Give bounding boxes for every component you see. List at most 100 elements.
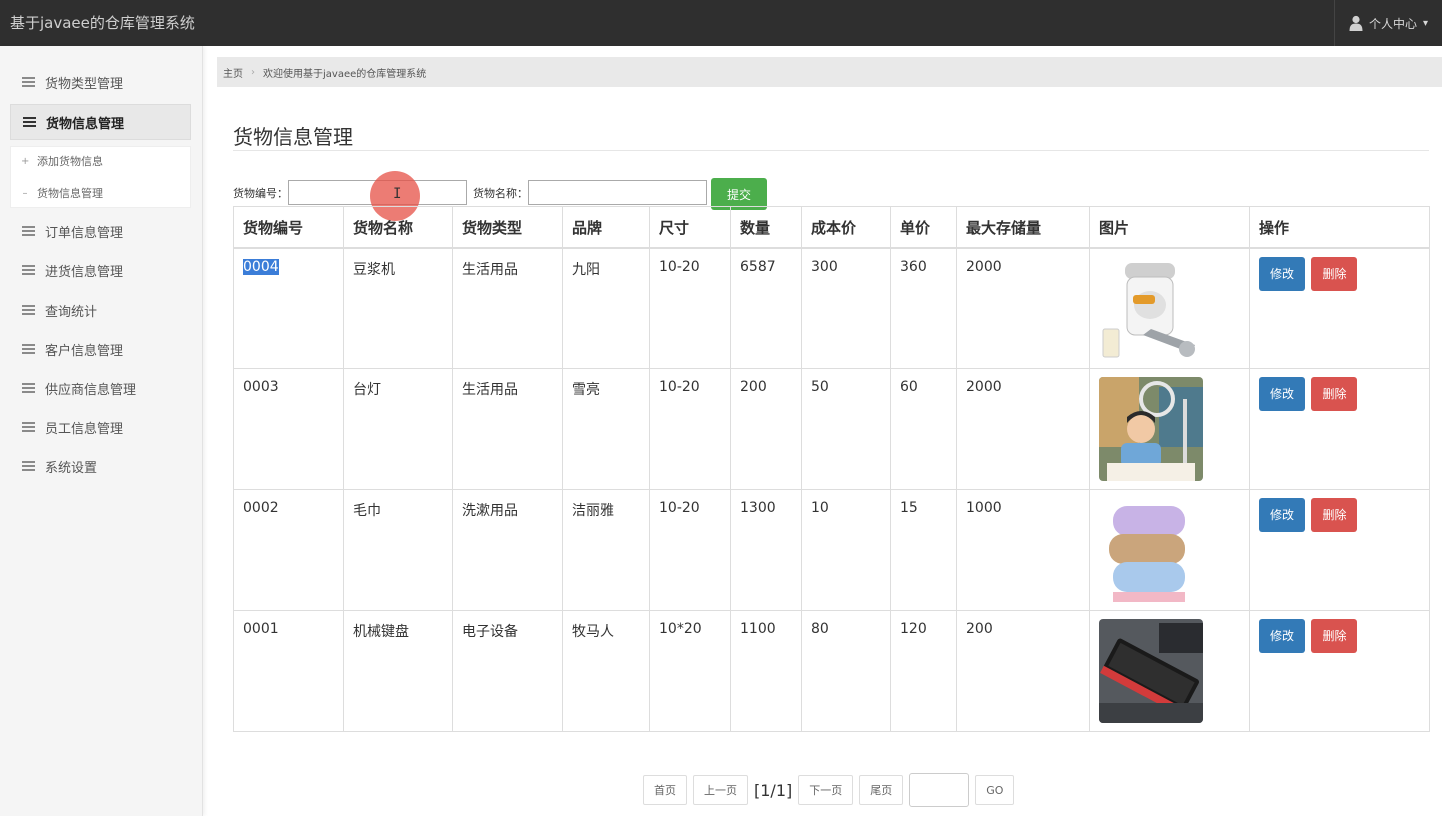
menu-icon bbox=[22, 77, 35, 87]
app-title[interactable]: 基于javaee的仓库管理系统 bbox=[10, 12, 195, 33]
cell-size: 10*20 bbox=[649, 610, 731, 732]
goods-name-input[interactable] bbox=[528, 180, 707, 205]
cell-cost: 80 bbox=[801, 610, 891, 732]
sidebar-item-purchases[interactable]: 进货信息管理 bbox=[10, 252, 191, 288]
cell-quantity: 200 bbox=[730, 368, 802, 490]
cell-cost: 10 bbox=[801, 489, 891, 611]
table-header-row: 货物编号 货物名称 货物类型 品牌 尺寸 数量 成本价 单价 最大存储量 图片 … bbox=[233, 206, 1430, 249]
prev-page-button[interactable]: 上一页 bbox=[693, 775, 748, 805]
breadcrumb-current: 欢迎使用基于javaee的仓库管理系统 bbox=[263, 68, 427, 80]
cell-max-storage: 2000 bbox=[956, 368, 1090, 490]
breadcrumb-home[interactable]: 主页 bbox=[223, 65, 243, 80]
first-page-button[interactable]: 首页 bbox=[643, 775, 687, 805]
sidebar-item-label: 货物类型管理 bbox=[45, 76, 124, 92]
cell-cost: 50 bbox=[801, 368, 891, 490]
cell-quantity: 1100 bbox=[730, 610, 802, 732]
cell-name: 台灯 bbox=[343, 368, 453, 490]
chevron-right-icon: › bbox=[251, 66, 255, 78]
menu-icon bbox=[22, 265, 35, 275]
desk-lamp-image bbox=[1099, 377, 1203, 481]
goods-table: 货物编号 货物名称 货物类型 品牌 尺寸 数量 成本价 单价 最大存储量 图片 … bbox=[233, 206, 1430, 732]
plus-icon: + bbox=[21, 155, 30, 167]
cell-price: 360 bbox=[890, 247, 957, 369]
sidebar-item-goods-info[interactable]: 货物信息管理 bbox=[10, 104, 191, 140]
cell-name: 毛巾 bbox=[343, 489, 453, 611]
submenu-item-manage-goods[interactable]: – 货物信息管理 bbox=[21, 185, 104, 201]
cell-price: 60 bbox=[890, 368, 957, 490]
cell-max-storage: 1000 bbox=[956, 489, 1090, 611]
sidebar-item-label: 客户信息管理 bbox=[45, 343, 124, 359]
breadcrumb: 主页 › 欢迎使用基于javaee的仓库管理系统 bbox=[217, 57, 1442, 87]
cell-name: 豆浆机 bbox=[343, 247, 453, 369]
page-info: [1/1] bbox=[754, 780, 793, 800]
sidebar-item-suppliers[interactable]: 供应商信息管理 bbox=[10, 370, 191, 406]
submenu-item-add-goods[interactable]: + 添加货物信息 bbox=[21, 153, 103, 169]
cell-cost: 300 bbox=[801, 247, 891, 369]
cell-max-storage: 2000 bbox=[956, 247, 1090, 369]
cell-actions: 修改 删除 bbox=[1249, 368, 1430, 490]
edit-button[interactable]: 修改 bbox=[1259, 256, 1306, 291]
minus-icon: – bbox=[22, 187, 28, 199]
next-page-button[interactable]: 下一页 bbox=[798, 775, 854, 805]
cell-max-storage: 200 bbox=[956, 610, 1090, 732]
sidebar-item-label: 订单信息管理 bbox=[45, 225, 124, 241]
top-navbar: 基于javaee的仓库管理系统 个人中心 ▾ bbox=[0, 0, 1442, 46]
menu-icon bbox=[22, 226, 35, 236]
user-center-menu[interactable]: 个人中心 ▾ bbox=[1334, 0, 1442, 46]
cell-brand: 九阳 bbox=[562, 247, 650, 369]
page-number-input[interactable] bbox=[909, 773, 970, 807]
cell-size: 10-20 bbox=[649, 368, 731, 490]
edit-button[interactable]: 修改 bbox=[1259, 619, 1306, 653]
search-form: 货物编号： 货物名称： 提交 bbox=[233, 175, 767, 210]
cell-type: 电子设备 bbox=[452, 610, 563, 732]
cell-actions: 修改 删除 bbox=[1249, 247, 1430, 369]
menu-icon bbox=[22, 383, 35, 393]
menu-icon bbox=[22, 461, 35, 471]
sidebar-item-employees[interactable]: 员工信息管理 bbox=[10, 409, 191, 445]
column-header: 品牌 bbox=[562, 206, 650, 249]
last-page-button[interactable]: 尾页 bbox=[859, 775, 904, 805]
sidebar-item-label: 查询统计 bbox=[45, 304, 98, 320]
column-header: 图片 bbox=[1089, 206, 1250, 249]
column-header: 货物类型 bbox=[452, 206, 563, 249]
cell-type: 生活用品 bbox=[452, 368, 563, 490]
soymilk-maker-image bbox=[1099, 256, 1203, 361]
sidebar-item-goods-type[interactable]: 货物类型管理 bbox=[10, 64, 191, 100]
edit-button[interactable]: 修改 bbox=[1259, 498, 1306, 532]
keyboard-image bbox=[1099, 619, 1203, 723]
column-header: 单价 bbox=[890, 206, 957, 249]
cell-size: 10-20 bbox=[649, 247, 731, 369]
cell-image bbox=[1089, 368, 1250, 490]
delete-button[interactable]: 删除 bbox=[1311, 619, 1358, 653]
column-header: 成本价 bbox=[801, 206, 891, 249]
sidebar-item-label: 货物信息管理 bbox=[46, 116, 125, 132]
pagination: 首页 上一页 [1/1] 下一页 尾页 GO bbox=[643, 773, 1015, 807]
cell-quantity: 6587 bbox=[730, 247, 802, 369]
cell-brand: 雪亮 bbox=[562, 368, 650, 490]
delete-button[interactable]: 删除 bbox=[1311, 377, 1358, 411]
go-button[interactable]: GO bbox=[975, 775, 1015, 805]
cell-type: 生活用品 bbox=[452, 247, 563, 369]
table-row: 0004 豆浆机 生活用品 九阳 10-20 6587 300 360 2000 bbox=[233, 247, 1430, 369]
sidebar-item-customers[interactable]: 客户信息管理 bbox=[10, 331, 191, 367]
delete-button[interactable]: 删除 bbox=[1311, 256, 1358, 291]
table-row: 0003 台灯 生活用品 雪亮 10-20 200 50 60 2000 修改 … bbox=[233, 368, 1430, 490]
sidebar-item-label: 员工信息管理 bbox=[45, 421, 124, 437]
sidebar-item-label: 供应商信息管理 bbox=[45, 382, 137, 398]
cell-name: 机械键盘 bbox=[343, 610, 453, 732]
sidebar-item-settings[interactable]: 系统设置 bbox=[10, 448, 191, 484]
selected-text[interactable]: 0004 bbox=[243, 258, 279, 275]
user-center-label: 个人中心 bbox=[1369, 16, 1418, 31]
menu-icon bbox=[22, 422, 35, 432]
cell-image bbox=[1089, 489, 1250, 611]
column-header: 操作 bbox=[1249, 206, 1430, 249]
cell-actions: 修改 删除 bbox=[1249, 489, 1430, 611]
column-header: 货物名称 bbox=[343, 206, 453, 249]
menu-icon bbox=[23, 117, 36, 127]
column-header: 尺寸 bbox=[649, 206, 731, 249]
sidebar-item-statistics[interactable]: 查询统计 bbox=[10, 292, 191, 328]
delete-button[interactable]: 删除 bbox=[1311, 498, 1358, 532]
cell-size: 10-20 bbox=[649, 489, 731, 611]
sidebar-item-orders[interactable]: 订单信息管理 bbox=[10, 213, 191, 249]
edit-button[interactable]: 修改 bbox=[1259, 377, 1306, 411]
